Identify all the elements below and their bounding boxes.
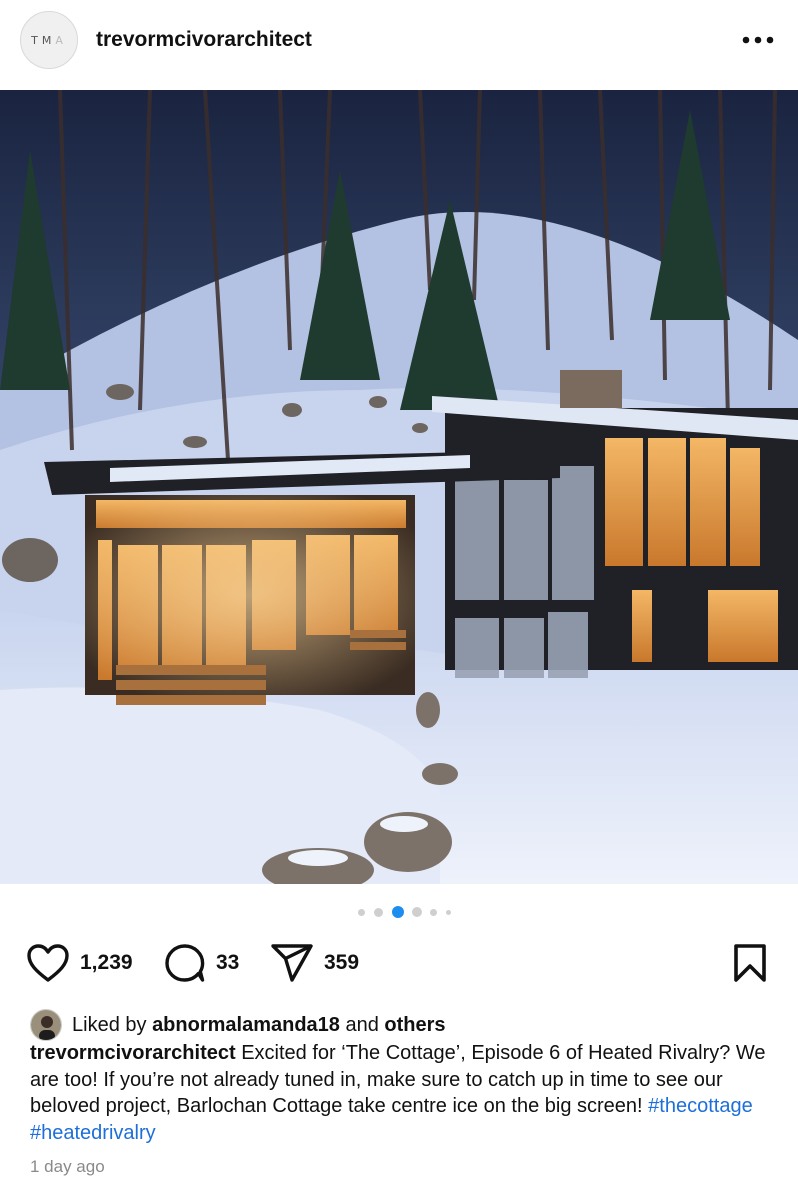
caption-username[interactable]: trevormcivorarchitect [30, 1042, 236, 1064]
liker-avatar-image [31, 1010, 61, 1040]
avatar-letter-a: A [55, 33, 67, 47]
carousel-dot [358, 909, 365, 916]
share-action: 359 [270, 943, 359, 983]
heart-icon[interactable] [26, 943, 70, 983]
like-action: 1,239 [26, 943, 133, 983]
comment-action: 33 [164, 943, 239, 983]
save-action [732, 943, 768, 983]
carousel-dot [446, 910, 451, 915]
like-count[interactable]: 1,239 [80, 951, 133, 975]
more-horizontal-icon [742, 36, 774, 44]
share-count[interactable]: 359 [324, 951, 359, 975]
bookmark-icon[interactable] [732, 943, 768, 983]
avatar-letter-t: T [31, 33, 42, 47]
post-timestamp: 1 day ago [30, 1157, 105, 1176]
liked-by-prefix: Liked by [72, 1013, 147, 1036]
carousel-dot-active [392, 906, 404, 918]
avatar-letter-m: M [41, 33, 56, 47]
hashtag-heatedrivalry[interactable]: #heatedrivalry [30, 1122, 156, 1144]
cottage-winter-photo [0, 90, 798, 884]
carousel-indicator [350, 905, 460, 919]
post-caption: trevormcivorarchitect Excited for ‘The C… [30, 1040, 775, 1146]
carousel-dot [412, 907, 422, 917]
carousel-dot [374, 908, 383, 917]
send-icon[interactable] [270, 943, 314, 983]
liked-by-user[interactable]: abnormalamanda18 [152, 1014, 340, 1037]
comment-count[interactable]: 33 [216, 951, 239, 975]
action-bar: 1,239 33 359 [0, 935, 798, 991]
comment-icon[interactable] [164, 943, 206, 983]
post-image[interactable] [0, 90, 798, 884]
liker-avatar[interactable] [30, 1009, 62, 1041]
more-options-button[interactable] [738, 26, 778, 54]
carousel-dot [430, 909, 437, 916]
account-username[interactable]: trevormcivorarchitect [96, 28, 312, 52]
liked-by-conjunction: and [345, 1013, 379, 1036]
liked-by-line: Liked by abnormalamanda18 and others [30, 1008, 446, 1042]
hashtag-thecottage[interactable]: #thecottage [648, 1095, 753, 1117]
account-avatar[interactable]: TMA [20, 11, 78, 69]
post-header: TMA trevormcivorarchitect [0, 0, 798, 88]
liked-by-others[interactable]: others [384, 1014, 445, 1037]
